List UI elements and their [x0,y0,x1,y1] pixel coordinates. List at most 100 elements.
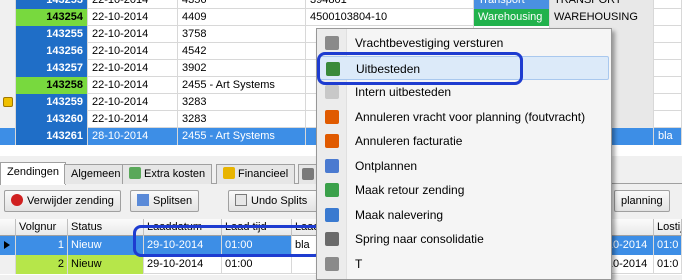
cell-date[interactable]: 22-10-2014 [88,0,178,9]
cell-order-id[interactable]: 143258 [16,77,88,94]
menu-item-label: Annuleren vracht voor planning (foutvrac… [355,109,586,124]
cell-order-id[interactable]: 143254 [16,9,88,26]
tab-more[interactable] [298,164,318,184]
delete-shipment-button[interactable]: Verwijder zending [4,190,121,212]
cell-date[interactable]: 22-10-2014 [88,94,178,111]
menu-item-t[interactable]: T [319,252,609,276]
menu-item-annuleren-facturatie[interactable]: Annuleren facturatie [319,129,609,153]
cell-reference[interactable]: 3902 [178,60,306,77]
document-icon [325,36,339,50]
cell-category[interactable]: TRANSPORT [550,0,654,9]
cell-order-id[interactable]: 143259 [16,94,88,111]
cell-laad-tijd[interactable]: 01:00 [222,255,292,274]
undo-split-button[interactable]: Undo Splits [228,190,318,212]
cell-date[interactable]: 22-10-2014 [88,60,178,77]
cell-volgnummer[interactable]: 2 [16,255,68,274]
cell-date[interactable]: 22-10-2014 [88,26,178,43]
menu-item-label: Annuleren facturatie [355,134,463,148]
cell-category[interactable]: WAREHOUSING [550,9,654,26]
menu-item-spring-naar-consolidatie[interactable]: Spring naar consolidatie [319,227,609,251]
cell-reference[interactable]: 4409 [178,9,306,26]
cell-order-id[interactable]: 143261 [16,128,88,145]
current-row-arrow-icon [4,241,10,249]
tab-label: Financieel [238,168,289,180]
finance-icon [223,167,235,179]
cell-reference[interactable]: 4542 [178,43,306,60]
row-indicator [0,77,16,94]
header-lostijd[interactable]: Lostij [654,219,682,236]
split-icon [137,194,149,206]
tab-financieel[interactable]: Financieel [216,164,296,184]
button-label: Undo Splits [251,195,308,207]
cell-volgnummer[interactable]: 1 [16,236,68,255]
row-indicator [0,60,16,77]
menu-item-label: Maak nalevering [355,207,444,222]
button-label: Verwijder zending [27,195,114,207]
cell-note[interactable]: bla [654,128,682,145]
cell-reference[interactable]: 2455 - Art Systems [178,77,306,94]
header-indicator [0,219,16,236]
planning-button[interactable]: planning [614,190,670,212]
button-label: planning [621,195,663,207]
row-indicator [0,0,16,9]
cell-date[interactable]: 22-10-2014 [88,77,178,94]
cell-status[interactable]: Nieuw [68,255,144,274]
cell-reference[interactable]: 2455 - Art Systems [178,128,306,145]
cell-note[interactable] [654,43,682,60]
coins-icon [129,167,141,179]
cell-note[interactable] [654,60,682,77]
cell-reference[interactable]: 3283 [178,111,306,128]
cell-type[interactable]: Warehousing [474,9,550,26]
undo-icon [235,194,247,206]
row-indicator [0,43,16,60]
cell-date[interactable]: 22-10-2014 [88,111,178,128]
cell-note[interactable] [654,77,682,94]
cell-order-id[interactable]: 143257 [16,60,88,77]
return-shipment-icon [325,183,339,197]
split-button[interactable]: Splitsen [130,190,200,212]
cell-order-id[interactable]: 143256 [16,43,88,60]
row-indicator [0,111,16,128]
lock-icon [3,97,13,107]
cell-lostijd[interactable]: 01:0 [654,255,682,274]
tab-algemeen[interactable]: Algemeen [64,164,128,184]
row-indicator [0,9,16,26]
cell-note[interactable] [654,0,682,9]
cell-order-number[interactable]: 4500103804-10 [306,9,474,26]
cell-type[interactable]: Transport [474,0,550,9]
cell-reference[interactable]: 3758 [178,26,306,43]
cell-reference[interactable]: 4356 [178,0,306,9]
cell-date[interactable]: 22-10-2014 [88,9,178,26]
consolidation-icon [325,232,339,246]
cell-reference[interactable]: 3283 [178,94,306,111]
menu-item-maak-retour-zending[interactable]: Maak retour zending [319,178,609,202]
cell-date[interactable]: 22-10-2014 [88,43,178,60]
cell-laaddatum[interactable]: 29-10-2014 [144,255,222,274]
row-annotation-outline [133,225,323,257]
tab-label: Algemeen [71,168,121,180]
row-indicator [0,236,16,255]
cell-order-id[interactable]: 143253 [16,0,88,9]
tab-label: Extra kosten [144,168,206,180]
cell-order-id[interactable]: 143255 [16,26,88,43]
misc-icon [325,256,339,271]
cell-note[interactable] [654,26,682,43]
cell-order-number[interactable]: 394801 [306,0,474,9]
more-tabs-icon [302,168,314,180]
cell-note[interactable] [654,9,682,26]
row-indicator [0,26,16,43]
cell-order-id[interactable]: 143260 [16,111,88,128]
menu-item-annuleren-vracht-voor-planning-foutvracht[interactable]: Annuleren vracht voor planning (foutvrac… [319,105,609,129]
redelivery-icon [325,207,339,222]
cell-lostijd[interactable]: 01:0 [654,236,682,255]
cell-note[interactable] [654,94,682,111]
tab-extra-kosten[interactable]: Extra kosten [122,164,213,184]
cell-date[interactable]: 28-10-2014 [88,128,178,145]
menu-item-ontplannen[interactable]: Ontplannen [319,154,609,178]
header-volgnummer[interactable]: Volgnur [16,219,68,236]
cell-note[interactable] [654,111,682,128]
tab-zendingen[interactable]: Zendingen [0,162,66,185]
table-row[interactable]: 143254 22-10-2014 4409 4500103804-10 Warehou… [0,9,682,26]
menu-item-maak-nalevering[interactable]: Maak nalevering [319,203,609,227]
table-row[interactable]: 143253 22-10-2014 4356 394801 Transport TRANS… [0,0,682,9]
